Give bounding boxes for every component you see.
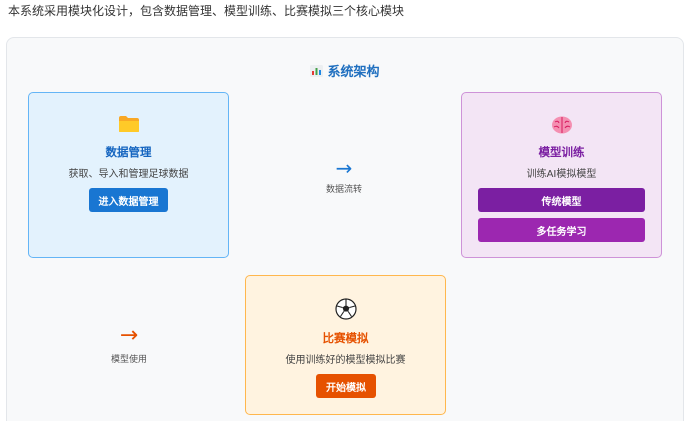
model-usage-label: 模型使用	[110, 355, 147, 365]
data-management-module: 数据管理 获取、导入和管理足球数据 进入数据管理	[28, 92, 229, 258]
multitask-learning-button[interactable]: 多任务学习	[478, 218, 645, 242]
model-training-desc: 训练AI模拟模型	[526, 169, 597, 180]
traditional-model-button[interactable]: 传统模型	[478, 188, 645, 212]
enter-data-management-button[interactable]: 进入数据管理	[89, 188, 168, 212]
data-flow-arrow: → 数据流转	[318, 156, 370, 195]
data-management-desc: 获取、导入和管理足球数据	[68, 169, 189, 180]
model-training-module: 模型训练 训练AI模拟模型 传统模型 多任务学习	[461, 92, 662, 258]
architecture-title-text: 系统架构	[327, 65, 380, 80]
match-simulation-desc: 使用训练好的模型模拟比赛	[285, 355, 406, 366]
match-simulation-title: 比赛模拟	[322, 331, 369, 345]
soccer-ball-icon	[334, 298, 357, 320]
bar-chart-icon	[310, 65, 324, 77]
arrow-right-icon: →	[335, 156, 353, 180]
architecture-title: 系统架构	[0, 61, 690, 80]
intro-text: 本系统采用模块化设计，包含数据管理、模型训练、比赛模拟三个核心模块	[8, 4, 405, 18]
model-training-title: 模型训练	[538, 145, 585, 159]
match-simulation-module: 比赛模拟 使用训练好的模型模拟比赛 开始模拟	[245, 275, 446, 415]
brain-icon	[551, 116, 572, 134]
folder-icon	[118, 116, 139, 132]
start-simulation-button[interactable]: 开始模拟	[316, 374, 376, 398]
model-usage-arrow: → 模型使用	[100, 322, 158, 365]
data-management-title: 数据管理	[105, 145, 152, 159]
data-flow-label: 数据流转	[325, 185, 362, 195]
arrow-right-icon: →	[119, 323, 139, 348]
